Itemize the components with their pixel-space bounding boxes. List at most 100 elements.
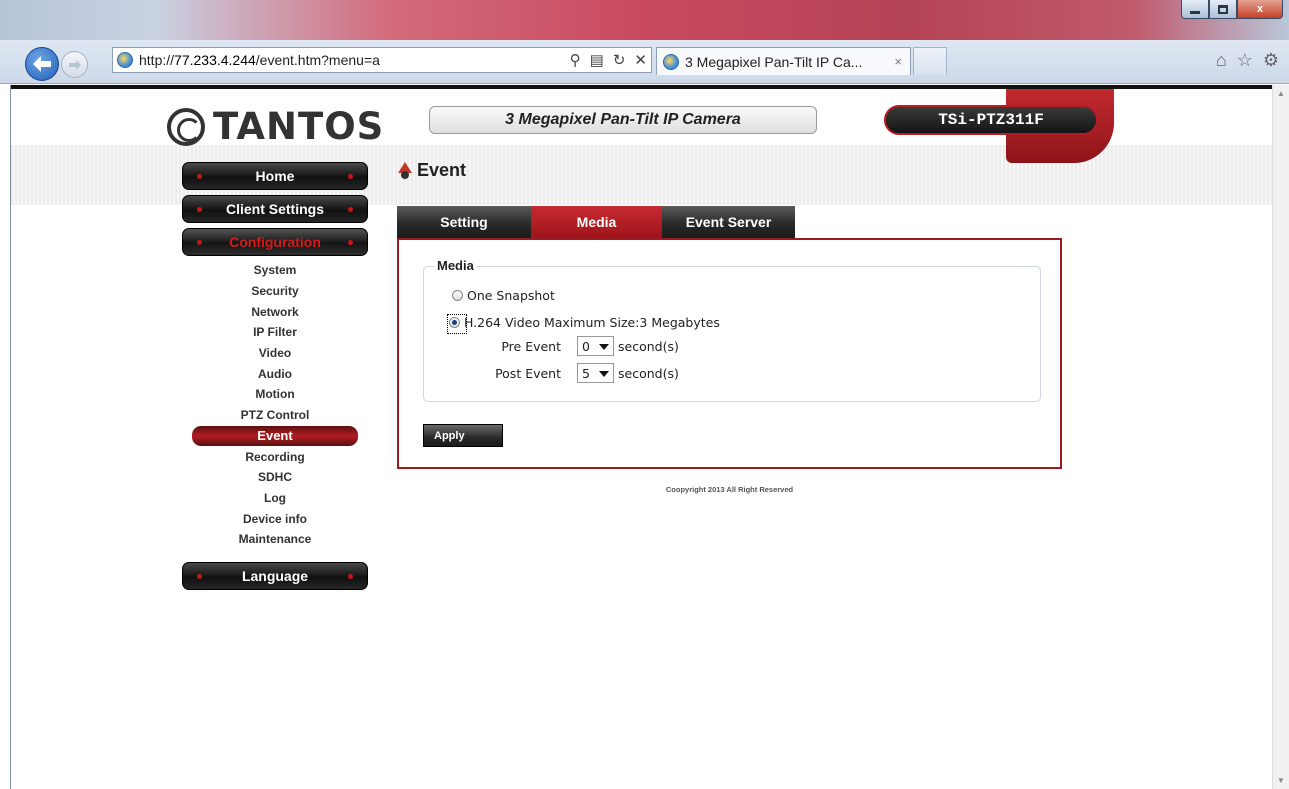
tab-favicon-icon	[663, 53, 679, 70]
pre-event-row: Pre Event 0 second(s)	[479, 336, 679, 356]
menu-client-settings-button[interactable]: Client Settings	[182, 195, 368, 223]
sidebar-item-motion[interactable]: Motion	[182, 384, 368, 405]
scroll-up-icon[interactable]: ▲	[1277, 89, 1285, 98]
stop-icon[interactable]: ✕	[634, 51, 647, 69]
pre-event-select[interactable]: 0	[577, 336, 614, 356]
menu-dot-icon	[348, 240, 353, 245]
ie-page-icon	[117, 52, 133, 68]
maximize-button[interactable]	[1209, 0, 1237, 19]
event-icon	[397, 162, 414, 179]
close-window-button[interactable]: x	[1237, 0, 1283, 19]
product-name-box: 3 Megapixel Pan-Tilt IP Camera	[429, 106, 817, 134]
post-event-value: 5	[582, 365, 590, 381]
menu-dot-icon	[197, 240, 202, 245]
sidebar-item-log[interactable]: Log	[182, 488, 368, 509]
favorites-star-icon[interactable]: ☆	[1237, 50, 1253, 71]
minimize-button[interactable]	[1181, 0, 1209, 19]
tab-setting[interactable]: Setting	[397, 206, 531, 238]
menu-home-button[interactable]: Home	[182, 162, 368, 190]
forward-button[interactable]	[61, 51, 88, 78]
menu-dot-icon	[348, 207, 353, 212]
search-icon[interactable]: ⚲	[570, 51, 581, 69]
snapshot-label: One Snapshot	[467, 288, 555, 303]
menu-dot-icon	[197, 574, 202, 579]
url-host: 77.233.4.244	[174, 52, 256, 68]
media-fieldset: Media One Snapshot H.264 Video Maximum S…	[423, 258, 1041, 402]
sidebar-item-device-info[interactable]: Device info	[182, 508, 368, 529]
option-h264-video[interactable]: H.264 Video Maximum Size:3 Megabytes	[447, 314, 720, 334]
home-icon[interactable]: ⌂	[1216, 50, 1227, 71]
compatibility-icon[interactable]: ▤	[590, 51, 604, 69]
back-button[interactable]	[25, 47, 59, 81]
page-viewport: TANTOS 3 Megapixel Pan-Tilt IP Camera TS…	[10, 85, 1272, 789]
page-title-text: Event	[417, 160, 467, 180]
vertical-scrollbar[interactable]: ▲ ▼	[1272, 85, 1289, 789]
sidebar-item-event[interactable]: Event	[192, 425, 358, 447]
tab-event-server[interactable]: Event Server	[662, 206, 795, 238]
post-event-unit: second(s)	[618, 365, 679, 381]
post-event-label: Post Event	[495, 365, 561, 381]
tab-media[interactable]: Media	[531, 206, 662, 238]
menu-configuration-label: Configuration	[229, 234, 321, 250]
minimize-icon	[1190, 11, 1200, 14]
menu-dot-icon	[197, 207, 202, 212]
back-arrow-icon	[33, 56, 51, 72]
chevron-down-icon	[599, 371, 609, 377]
address-tools: ⚲ ▤ ↻ ✕	[570, 51, 647, 69]
refresh-icon[interactable]: ↻	[613, 51, 626, 69]
browser-tab[interactable]: 3 Megapixel Pan-Tilt IP Ca... ×	[656, 47, 911, 75]
option-one-snapshot[interactable]: One Snapshot	[452, 288, 555, 303]
page-title: Event	[397, 160, 466, 181]
pre-event-value: 0	[582, 338, 590, 354]
window-controls: x	[1181, 0, 1283, 19]
window-titlebar: x	[0, 0, 1289, 40]
tab-title: 3 Megapixel Pan-Tilt IP Ca...	[685, 53, 863, 70]
apply-button[interactable]: Apply	[423, 424, 503, 447]
address-url[interactable]: http://77.233.4.244/event.htm?menu=a	[139, 52, 519, 68]
sidebar-item-video[interactable]: Video	[182, 343, 368, 364]
model-badge: TSi-PTZ311F	[884, 105, 1098, 135]
pre-event-label: Pre Event	[501, 338, 561, 354]
url-scheme: http://	[139, 52, 175, 68]
menu-home-label: Home	[255, 168, 295, 184]
menu-dot-icon	[348, 574, 353, 579]
sidebar-item-ptz-control[interactable]: PTZ Control	[182, 405, 368, 426]
url-path: /event.htm?menu=a	[255, 52, 380, 68]
sidebar-item-network[interactable]: Network	[182, 301, 368, 322]
copyright-text: Coopyright 2013 All Right Reserved	[665, 485, 794, 494]
maximize-icon	[1218, 4, 1228, 14]
sidebar-item-audio[interactable]: Audio	[182, 363, 368, 384]
pre-event-unit: second(s)	[618, 338, 679, 354]
menu-dot-icon	[197, 174, 202, 179]
video-label: H.264 Video Maximum Size:3 Megabytes	[464, 315, 720, 330]
browser-toolbar-icons: ⌂ ☆ ⚙	[1216, 50, 1279, 71]
close-icon: x	[1256, 3, 1264, 15]
video-radio[interactable]	[447, 314, 467, 334]
sidebar-item-sdhc[interactable]: SDHC	[182, 467, 368, 488]
scroll-down-icon[interactable]: ▼	[1277, 776, 1285, 785]
settings-gear-icon[interactable]: ⚙	[1263, 50, 1279, 71]
address-bar[interactable]: http://77.233.4.244/event.htm?menu=a ⚲ ▤…	[112, 47, 652, 73]
sidebar-item-maintenance[interactable]: Maintenance	[182, 529, 368, 550]
configuration-submenu: System Security Network IP Filter Video …	[182, 260, 368, 550]
new-tab-button[interactable]	[913, 47, 947, 75]
menu-language-label: Language	[241, 568, 309, 584]
menu-configuration-button[interactable]: Configuration	[182, 228, 368, 256]
tantos-logo-icon	[167, 107, 205, 146]
sidebar-item-security[interactable]: Security	[182, 281, 368, 302]
sidebar-item-ip-filter[interactable]: IP Filter	[182, 322, 368, 343]
menu-client-settings-label: Client Settings	[225, 201, 324, 217]
logo-text: TANTOS	[213, 105, 385, 148]
menu-language-button[interactable]: Language	[182, 562, 368, 590]
chevron-down-icon	[599, 344, 609, 350]
sidebar-item-system[interactable]: System	[182, 260, 368, 281]
focus-ring	[447, 314, 467, 334]
snapshot-radio[interactable]	[452, 290, 463, 301]
post-event-select[interactable]: 5	[577, 363, 614, 383]
tantos-logo: TANTOS	[167, 105, 384, 148]
media-panel: Media One Snapshot H.264 Video Maximum S…	[397, 238, 1062, 469]
apply-label: Apply	[434, 429, 465, 442]
event-tabs: Setting Media Event Server	[397, 206, 795, 238]
sidebar-item-recording[interactable]: Recording	[182, 446, 368, 467]
tab-close-icon[interactable]: ×	[894, 54, 902, 69]
